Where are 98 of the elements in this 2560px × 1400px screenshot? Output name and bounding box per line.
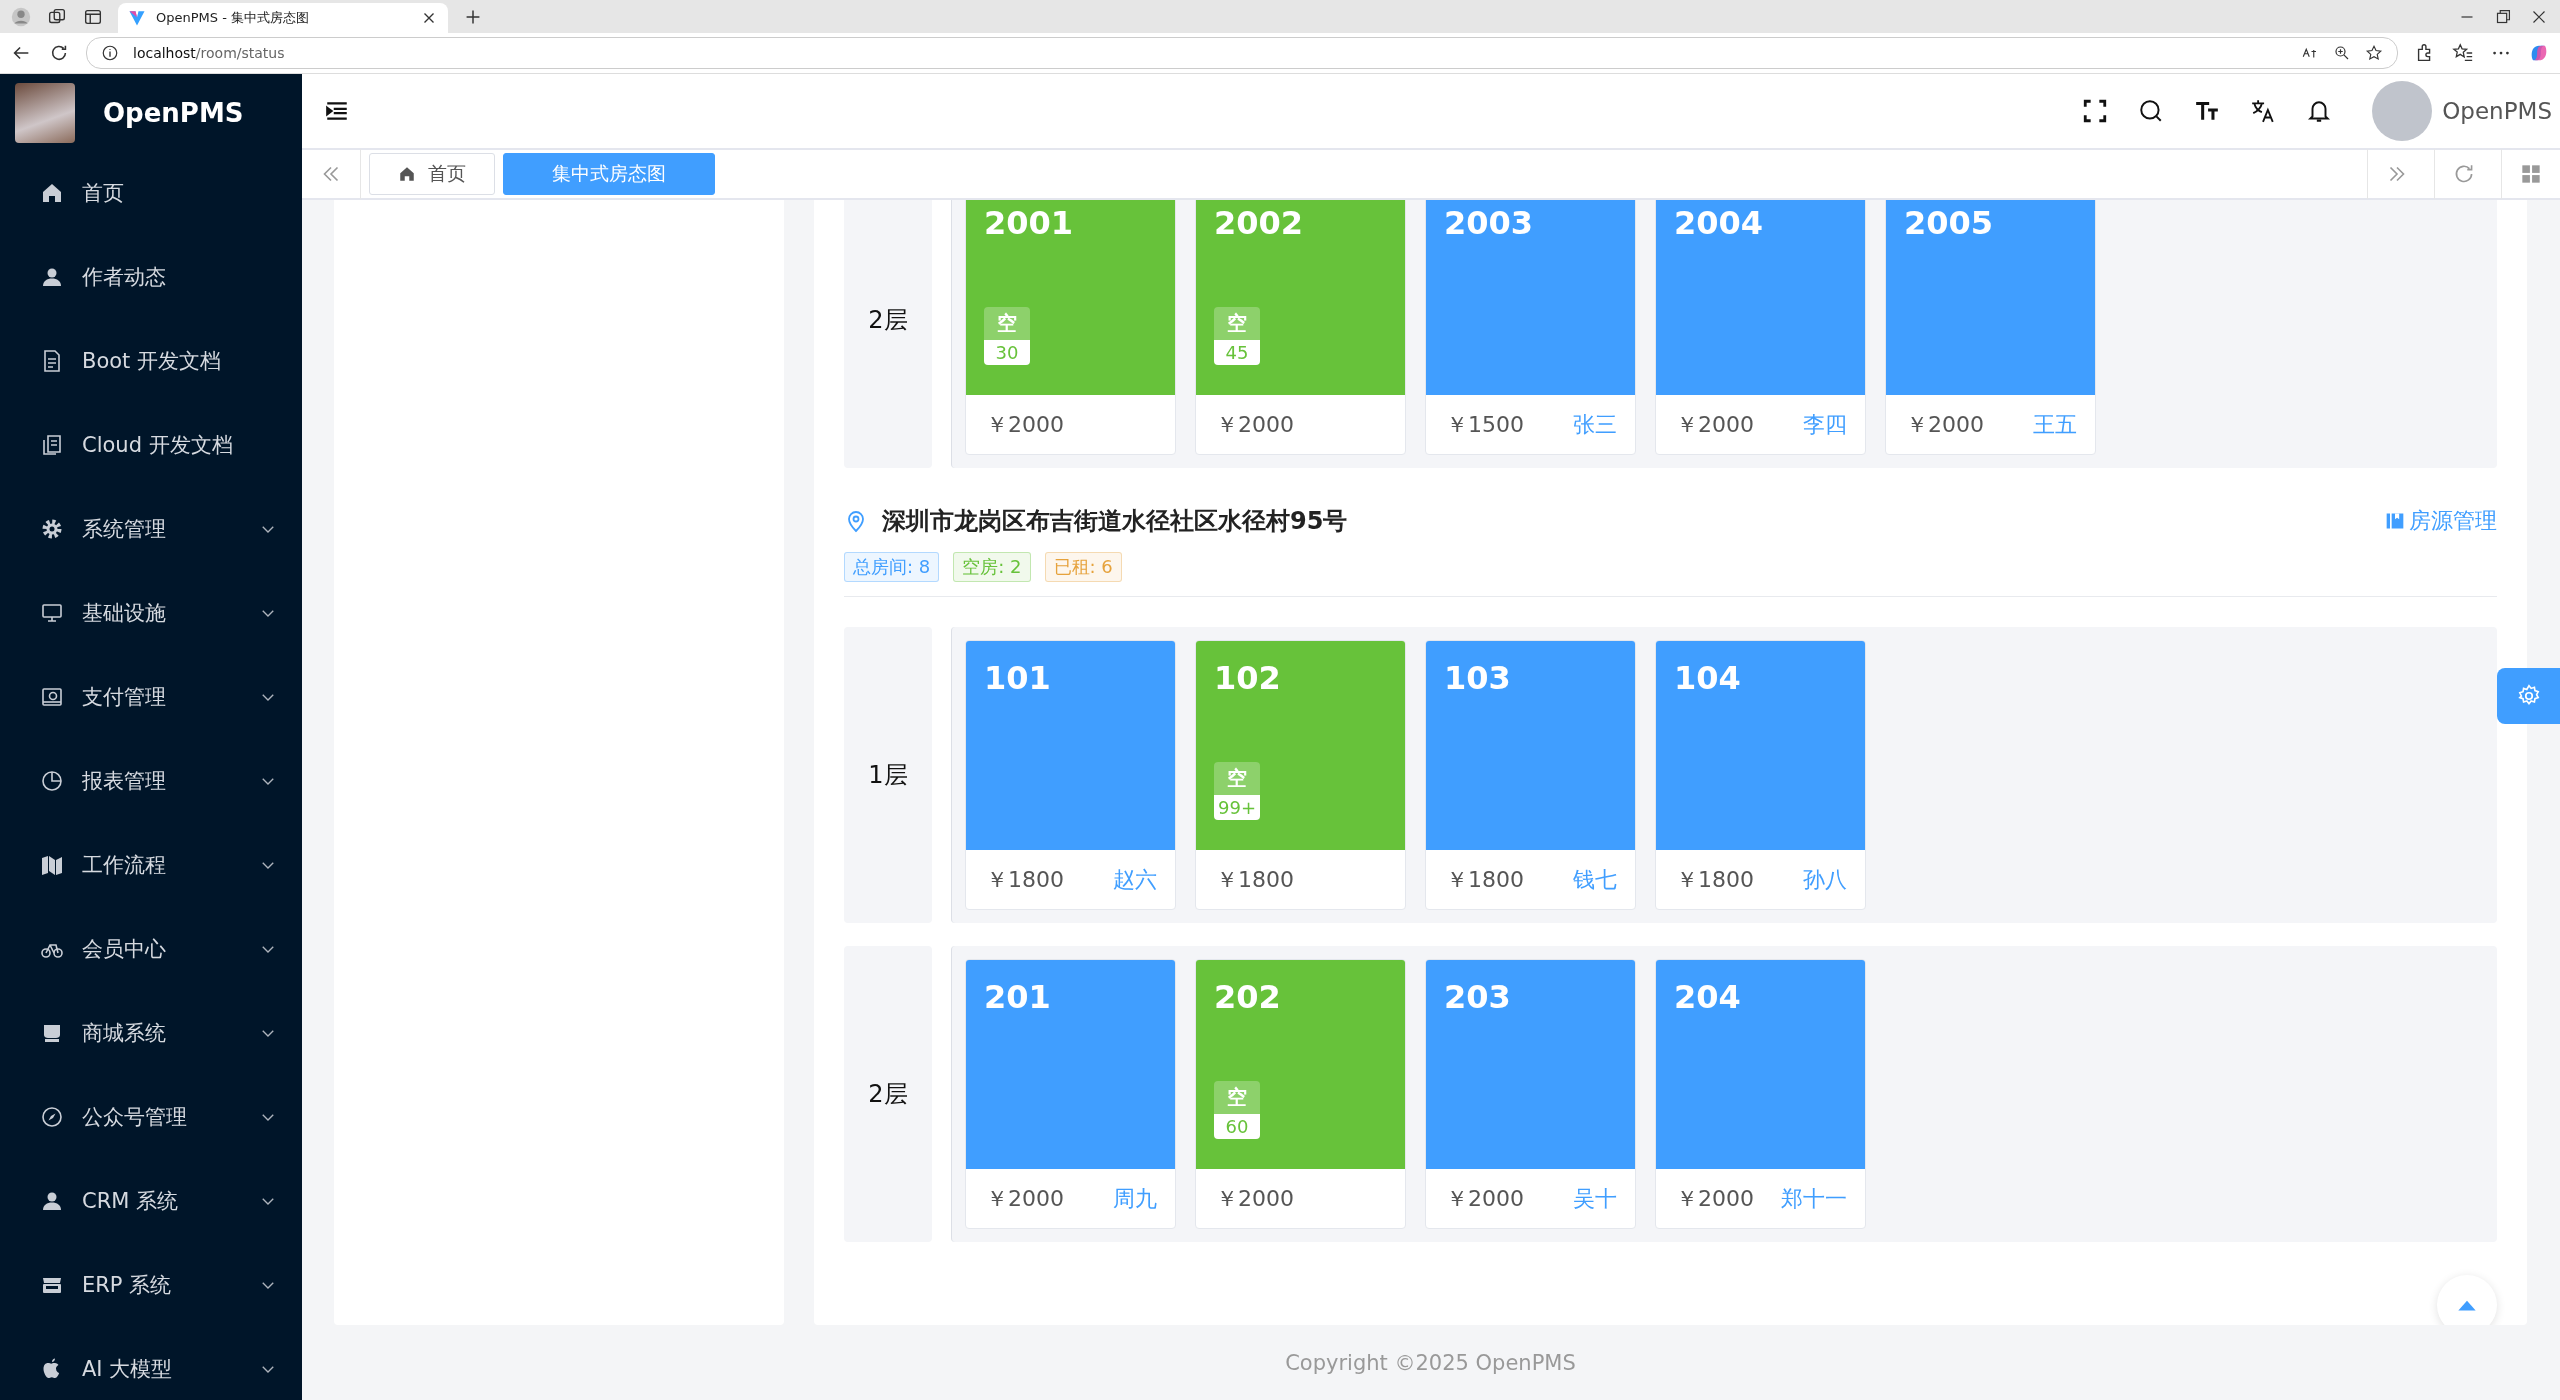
room-price: ￥1500 — [1446, 410, 1524, 439]
wallet-icon — [40, 685, 64, 709]
menu-item[interactable]: 工作流程 — [0, 823, 302, 907]
menu-item[interactable]: 基础设施 — [0, 571, 302, 655]
room-card[interactable]: 202 空 60 ￥2000 — [1195, 959, 1406, 1229]
map-icon — [40, 853, 64, 877]
monitor-icon — [40, 601, 64, 625]
app-name: OpenPMS — [103, 97, 244, 128]
room-price: ￥2000 — [1216, 1184, 1294, 1213]
fullscreen-icon[interactable] — [2082, 98, 2109, 124]
room-number: 104 — [1674, 659, 1742, 697]
room-card[interactable]: 2005 ￥2000 王五 — [1885, 200, 2096, 455]
room-card[interactable]: 201 ￥2000 周九 — [965, 959, 1176, 1229]
menu-item[interactable]: 公众号管理 — [0, 1075, 302, 1159]
menu-item[interactable]: AI 大模型 — [0, 1327, 302, 1400]
vacant-label: 空 — [1214, 1081, 1260, 1114]
menu-item[interactable]: 商城系统 — [0, 991, 302, 1075]
home-icon — [40, 181, 64, 205]
room-card[interactable]: 2004 ￥2000 李四 — [1655, 200, 1866, 455]
room-price: ￥1800 — [1216, 865, 1294, 894]
count-tag: 已租: 6 — [1044, 552, 1122, 582]
room-price: ￥2000 — [1676, 1184, 1754, 1213]
room-number: 2002 — [1214, 204, 1305, 242]
home-icon — [398, 165, 416, 183]
floor-label: 1层 — [844, 627, 932, 923]
logo-icon — [128, 9, 146, 27]
settings-button[interactable] — [2497, 668, 2560, 724]
browser-tab[interactable]: OpenPMS - 集中式房态图 — [118, 3, 448, 33]
documents-icon — [40, 433, 64, 457]
vacant-days: 45 — [1214, 340, 1260, 365]
url-text: localhost/room/status — [133, 45, 285, 61]
room-price: ￥2000 — [986, 1184, 1064, 1213]
menu-item[interactable]: 首页 — [0, 151, 302, 235]
room-card[interactable]: 2002 空 45 ￥2000 — [1195, 200, 1406, 455]
logo-picture — [15, 82, 75, 143]
room-price: ￥2000 — [1446, 1184, 1524, 1213]
menu-item[interactable]: 报表管理 — [0, 739, 302, 823]
room-price: ￥1800 — [1676, 865, 1754, 894]
menu-item[interactable]: 作者动态 — [0, 235, 302, 319]
vacant-label: 空 — [984, 307, 1030, 340]
user-name[interactable]: OpenPMS — [2442, 98, 2552, 124]
room-price: ￥2000 — [1216, 410, 1294, 439]
room-number: 102 — [1214, 659, 1282, 697]
copyright-text: Copyright ©2025 OpenPMS — [1284, 1349, 1577, 1377]
room-card[interactable]: 2001 空 30 ￥2000 — [965, 200, 1176, 455]
favorites-icon[interactable] — [2452, 42, 2474, 64]
gear-icon — [40, 517, 64, 541]
info-icon — [101, 44, 119, 62]
building-address: 深圳市龙岗区布吉街道水径社区水径村95号 — [882, 506, 1348, 537]
room-number: 201 — [984, 978, 1052, 1016]
vacant-days: 30 — [984, 340, 1030, 365]
count-tag: 空房: 2 — [953, 552, 1031, 582]
room-card[interactable]: 203 ￥2000 吴十 — [1425, 959, 1636, 1229]
room-card[interactable]: 104 ￥1800 孙八 — [1655, 640, 1866, 910]
room-number: 101 — [984, 659, 1052, 697]
menu-item[interactable]: ERP 系统 — [0, 1243, 302, 1327]
translate-icon[interactable] — [2250, 98, 2277, 124]
room-number: 103 — [1444, 659, 1512, 697]
vacant-label: 空 — [1214, 762, 1260, 795]
menu-item[interactable]: Boot 开发文档 — [0, 319, 302, 403]
vacant-days: 60 — [1214, 1114, 1260, 1139]
pie-chart-icon — [40, 769, 64, 793]
bell-icon[interactable] — [2306, 98, 2333, 124]
vacant-label: 空 — [1214, 307, 1260, 340]
room-price: ￥2000 — [986, 410, 1064, 439]
room-price: ￥2000 — [1906, 410, 1984, 439]
room-card[interactable]: 101 ￥1800 赵六 — [965, 640, 1176, 910]
room-card[interactable]: 102 空 99+ ￥1800 — [1195, 640, 1406, 910]
room-price: ￥1800 — [986, 865, 1064, 894]
room-number: 2001 — [984, 204, 1075, 242]
room-card[interactable]: 2003 ￥1500 张三 — [1425, 200, 1636, 455]
floor-label: 2层 — [844, 200, 932, 468]
menu-item[interactable]: 支付管理 — [0, 655, 302, 739]
room-card[interactable]: 204 ￥2000 郑十一 — [1655, 959, 1866, 1229]
zoom-icon[interactable] — [2333, 44, 2351, 62]
star-icon[interactable] — [2365, 44, 2383, 62]
room-number: 2004 — [1674, 204, 1765, 242]
menu-item[interactable]: 会员中心 — [0, 907, 302, 991]
address-bar[interactable]: localhost/room/status — [86, 37, 2398, 69]
profile-icon[interactable] — [10, 5, 32, 28]
room-number: 204 — [1674, 978, 1742, 1016]
count-tag: 总房间: 8 — [844, 552, 940, 582]
page-tab[interactable]: 首页 — [369, 153, 495, 195]
room-price: ￥2000 — [1676, 410, 1754, 439]
menu-item[interactable]: Cloud 开发文档 — [0, 403, 302, 487]
room-number: 203 — [1444, 978, 1512, 1016]
room-price: ￥1800 — [1446, 865, 1524, 894]
back-to-top-button[interactable] — [2437, 1275, 2497, 1325]
room-number: 202 — [1214, 978, 1282, 1016]
menu-item[interactable]: 系统管理 — [0, 487, 302, 571]
book-icon — [2385, 511, 2405, 531]
vacant-days: 99+ — [1214, 795, 1260, 820]
room-number: 2005 — [1904, 204, 1995, 242]
compass-icon — [40, 1105, 64, 1129]
menu-item[interactable]: CRM 系统 — [0, 1159, 302, 1243]
floor-label: 2层 — [844, 946, 932, 1242]
room-number: 2003 — [1444, 204, 1535, 242]
room-card[interactable]: 103 ￥1800 钱七 — [1425, 640, 1636, 910]
